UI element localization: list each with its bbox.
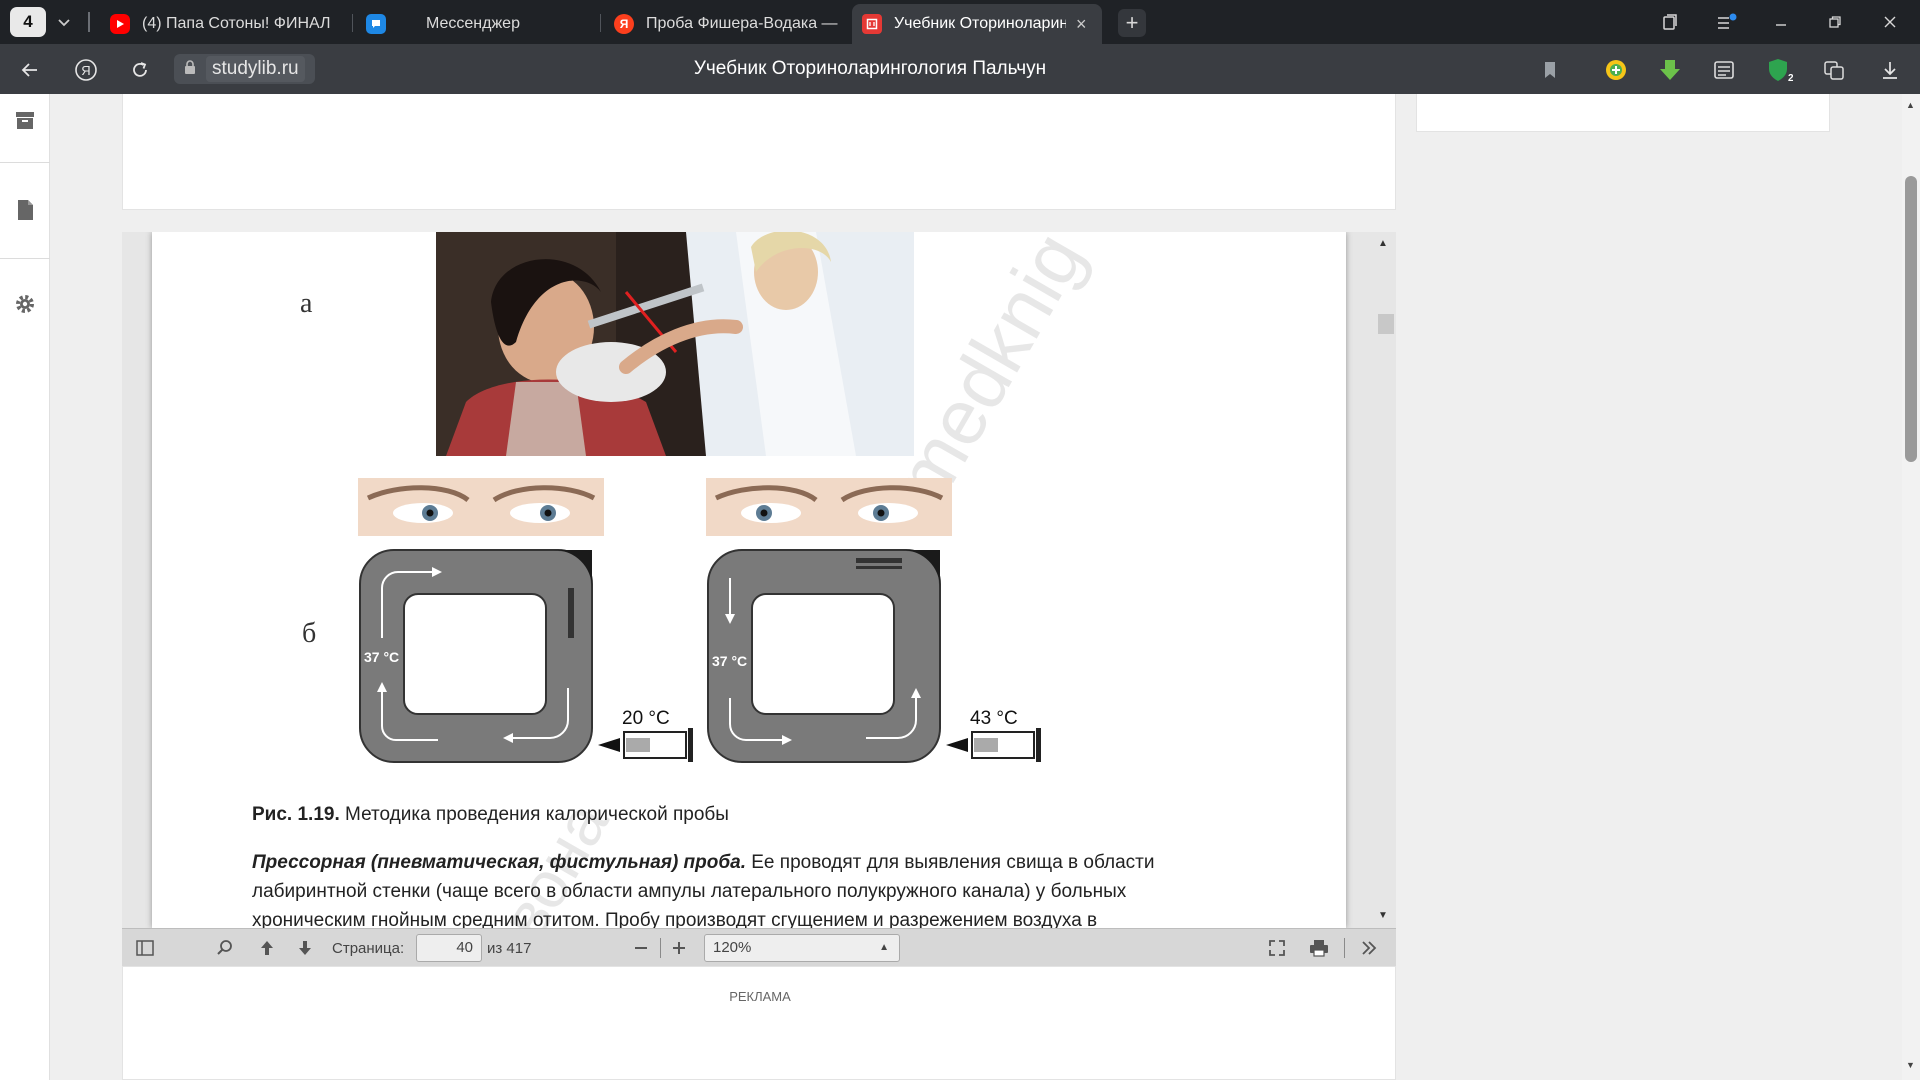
page-scroll-up-icon[interactable]: ▲	[1906, 100, 1915, 110]
right-syringe-temp: 43 °C	[970, 708, 1018, 729]
extension-plus-icon[interactable]	[1602, 56, 1630, 84]
tab-label: Учебник Оториноларинг	[894, 15, 1066, 32]
tab-youtube[interactable]: (4) Папа Сотоны! ФИНАЛ	[100, 4, 350, 44]
caption-text: Методика проведения калорической пробы	[339, 804, 729, 825]
print-icon[interactable]	[1308, 937, 1330, 959]
reload-icon[interactable]	[126, 56, 154, 84]
tab-label: Мессенджер	[426, 15, 520, 32]
previous-page-icon[interactable]	[256, 937, 278, 959]
page-number-input[interactable]: 40	[416, 934, 482, 962]
menu-icon[interactable]	[1712, 8, 1742, 36]
page-scrollbar[interactable]: ▲ ▼	[1902, 94, 1920, 1080]
caloric-test-photo	[436, 232, 914, 456]
tab-messenger[interactable]: Мессенджер	[416, 4, 596, 44]
messenger-icon	[366, 14, 386, 34]
search-icon[interactable]	[214, 937, 236, 959]
left-syringe-temp: 20 °C	[622, 708, 670, 729]
scroll-down-arrow-icon[interactable]: ▼	[1378, 910, 1388, 921]
ad-block: РЕКЛАМА	[122, 966, 1396, 1080]
viewer-scroll-thumb[interactable]	[1378, 314, 1394, 334]
page-scroll-thumb[interactable]	[1905, 176, 1917, 462]
minimize-icon[interactable]	[1766, 8, 1796, 36]
translate-icon[interactable]	[1820, 56, 1848, 84]
youtube-icon	[110, 14, 130, 34]
bookmark-icon[interactable]	[1536, 56, 1564, 84]
url-field[interactable]: studylib.ru	[174, 54, 315, 84]
download-helper-icon[interactable]	[1656, 56, 1684, 84]
page-total: из 417	[487, 940, 532, 957]
figure-label-a: а	[300, 288, 313, 319]
paragraph-lead: Прессорная (пневматическая, фистульная) …	[252, 852, 746, 873]
rail-divider	[0, 258, 50, 259]
rail-divider	[0, 162, 50, 163]
sidebar-toggle-icon[interactable]	[134, 937, 156, 959]
fullscreen-icon[interactable]	[1266, 937, 1288, 959]
eyes-right-illustration	[706, 478, 952, 536]
lock-icon	[184, 58, 196, 80]
svg-text:2: 2	[1788, 73, 1793, 83]
top-card	[122, 94, 1396, 210]
caption-number: Рис. 1.19.	[252, 804, 340, 825]
pdf-toolbar: Страница: 40 из 417 120% ▲▼	[122, 928, 1396, 979]
toolbar-separator	[1344, 938, 1345, 958]
more-tools-icon[interactable]	[1358, 937, 1380, 959]
tab-divider	[352, 14, 353, 32]
tab-label: Проба Фишера-Водака —	[646, 15, 838, 32]
chevron-down-icon[interactable]	[52, 10, 76, 34]
right-temp-label: 37 °C	[712, 653, 747, 669]
archive-icon[interactable]	[13, 108, 37, 132]
figure-caption: Рис. 1.19. Методика проведения калоричес…	[252, 804, 729, 826]
yandex-icon: Я	[614, 14, 634, 34]
tab-separator	[88, 12, 90, 32]
zoom-out-icon[interactable]	[630, 937, 652, 959]
extension-grid-icon[interactable]	[1710, 56, 1738, 84]
left-temp-label: 37 °C	[364, 649, 399, 665]
pdf-page: а medknig б 37 °C 20 °C 37 °C 43 °C вона…	[152, 232, 1346, 928]
figure-label-b: б	[302, 618, 317, 649]
tab-count-button[interactable]: 4	[10, 7, 46, 37]
address-bar: Я studylib.ru Учебник Оториноларингологи…	[0, 44, 1920, 94]
tab-label: (4) Папа Сотоны! ФИНАЛ	[142, 15, 331, 32]
tab-fisher-vodak[interactable]: Я Проба Фишера-Водака —	[604, 4, 854, 44]
tab-studylib-active[interactable]: Учебник Оториноларинг ×	[852, 4, 1102, 44]
scroll-up-arrow-icon[interactable]: ▲	[1378, 238, 1388, 249]
new-tab-button[interactable]: +	[1118, 9, 1146, 37]
ad-label: РЕКЛАМА	[729, 989, 791, 1004]
document-icon[interactable]	[13, 198, 37, 222]
viewer-scrollbar[interactable]: ▲ ▼	[1372, 232, 1396, 928]
page-scroll-down-icon[interactable]: ▼	[1906, 1060, 1915, 1070]
svg-text:Я: Я	[81, 63, 90, 78]
download-icon[interactable]	[1876, 56, 1904, 84]
url-domain: studylib.ru	[206, 56, 305, 82]
close-icon[interactable]: ×	[1076, 14, 1087, 35]
tab-divider	[600, 14, 601, 32]
page-label: Страница:	[332, 940, 405, 957]
zoom-value: 120%	[713, 939, 752, 956]
pdf-viewer[interactable]: а medknig б 37 °C 20 °C 37 °C 43 °C вона…	[122, 232, 1396, 928]
eyes-left-illustration	[358, 478, 604, 536]
canal-diagram-right: 37 °C 43 °C	[707, 549, 1041, 763]
close-window-icon[interactable]	[1875, 8, 1905, 36]
zoom-select[interactable]: 120% ▲▼	[704, 934, 900, 979]
shield-icon[interactable]: 2	[1766, 56, 1794, 84]
back-arrow-icon[interactable]	[16, 56, 44, 84]
studylib-icon	[862, 14, 882, 34]
collections-icon[interactable]	[1655, 8, 1685, 36]
toolbar-separator	[660, 938, 661, 958]
tab-bar: 4 (4) Папа Сотоны! ФИНАЛ Мессенджер Я Пр…	[0, 0, 1920, 44]
yandex-home-icon[interactable]: Я	[72, 56, 100, 84]
restore-icon[interactable]	[1820, 8, 1850, 36]
gear-icon[interactable]	[13, 292, 37, 316]
next-page-icon[interactable]	[294, 937, 316, 959]
page-title: Учебник Оториноларингология Пальчун	[693, 58, 1047, 79]
canal-diagram-left: 37 °C 20 °C	[359, 549, 693, 763]
left-sidebar	[0, 94, 50, 1080]
tab-messenger-pinned[interactable]	[356, 4, 406, 44]
zoom-in-icon[interactable]	[668, 937, 690, 959]
right-card	[1416, 94, 1830, 132]
body-paragraph: Прессорная (пневматическая, фистульная) …	[252, 848, 1232, 928]
